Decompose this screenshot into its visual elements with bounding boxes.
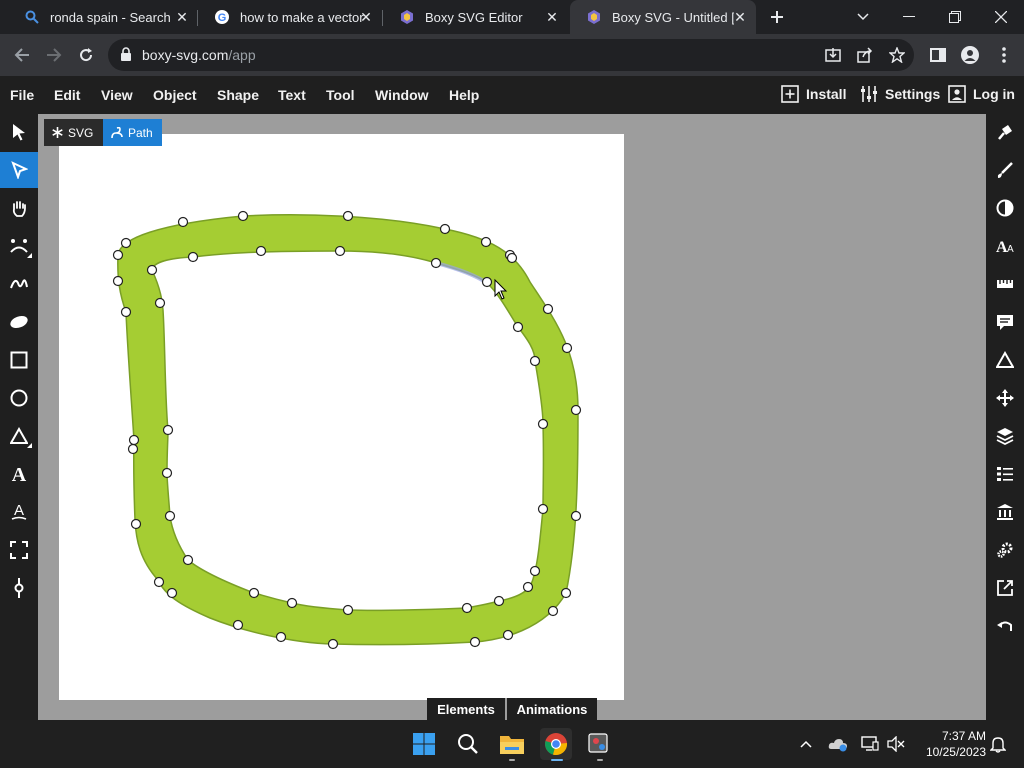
- running-indicator: [597, 759, 603, 761]
- show-hidden-icons-chevron[interactable]: [796, 734, 816, 754]
- path-node-handle[interactable]: [529, 355, 541, 367]
- taskbar-clock[interactable]: 7:37 AM 10/25/2023: [926, 728, 986, 760]
- file-explorer-icon[interactable]: [496, 728, 528, 760]
- running-indicator: [509, 759, 515, 761]
- path-node-handle[interactable]: [537, 418, 549, 430]
- path-node-handle[interactable]: [493, 595, 505, 607]
- screen: ronda spain - Search ✕ G how to make a v…: [0, 0, 1024, 768]
- path-node-handle[interactable]: [187, 251, 199, 263]
- shape-layer: [112, 210, 582, 650]
- path-node-handle[interactable]: [275, 631, 287, 643]
- notification-bell-icon[interactable]: [988, 734, 1008, 754]
- path-node-handle[interactable]: [561, 342, 573, 354]
- selected-path-shape[interactable]: [117, 214, 579, 646]
- path-node-handle[interactable]: [286, 597, 298, 609]
- active-indicator: [551, 759, 563, 761]
- path-node-handle[interactable]: [127, 443, 139, 455]
- breadcrumb: SVG Path: [44, 119, 162, 146]
- volume-muted-icon[interactable]: [886, 734, 906, 754]
- path-node-handle[interactable]: [327, 638, 339, 650]
- path-node-handle[interactable]: [342, 604, 354, 616]
- windows-taskbar: 7:37 AM 10/25/2023: [0, 720, 1024, 768]
- path-node-handle[interactable]: [177, 216, 189, 228]
- path-node-handle[interactable]: [522, 581, 534, 593]
- path-node-handle[interactable]: [255, 245, 267, 257]
- path-node-handle[interactable]: [481, 276, 493, 288]
- path-node-handle[interactable]: [542, 303, 554, 315]
- path-node-handle[interactable]: [112, 249, 124, 261]
- breadcrumb-svg-label: SVG: [68, 125, 94, 140]
- path-node-handle[interactable]: [469, 636, 481, 648]
- path-node-handle[interactable]: [120, 237, 132, 249]
- clock-time: 7:37 AM: [941, 729, 986, 743]
- taskbar-search-icon[interactable]: [452, 728, 484, 760]
- path-node-handle[interactable]: [560, 587, 572, 599]
- path-node-handle[interactable]: [480, 236, 492, 248]
- path-node-handle[interactable]: [430, 257, 442, 269]
- path-node-handle[interactable]: [570, 404, 582, 416]
- onedrive-icon[interactable]: [828, 734, 848, 754]
- path-node-handle[interactable]: [232, 619, 244, 631]
- path-node-handle[interactable]: [164, 510, 176, 522]
- path-node-handle[interactable]: [506, 252, 518, 264]
- path-node-handle[interactable]: [334, 245, 346, 257]
- path-node-handle[interactable]: [166, 587, 178, 599]
- path-node-handle[interactable]: [162, 424, 174, 436]
- path-node-handle[interactable]: [120, 306, 132, 318]
- path-node-handle[interactable]: [130, 518, 142, 530]
- path-node-handle[interactable]: [161, 467, 173, 479]
- asterisk-icon: [52, 127, 63, 138]
- windows-start-icon[interactable]: [408, 728, 440, 760]
- tab-elements[interactable]: Elements: [427, 698, 505, 720]
- path-node-handle[interactable]: [112, 275, 124, 287]
- path-node-handle[interactable]: [512, 321, 524, 333]
- path-node-handle[interactable]: [128, 434, 140, 446]
- path-node-handle[interactable]: [529, 565, 541, 577]
- path-node-handle[interactable]: [248, 587, 260, 599]
- snipping-tool-icon[interactable]: [583, 728, 615, 760]
- path-node-handle[interactable]: [502, 629, 514, 641]
- clock-date: 10/25/2023: [925, 745, 986, 759]
- breadcrumb-path-label: Path: [128, 125, 153, 140]
- bottom-panel-tabs: Elements Animations: [427, 698, 597, 720]
- path-node-handle[interactable]: [439, 223, 451, 235]
- path-node-handle[interactable]: [547, 605, 559, 617]
- path-node-handle[interactable]: [537, 503, 549, 515]
- path-node-handle[interactable]: [146, 264, 158, 276]
- path-node-handle[interactable]: [153, 576, 165, 588]
- path-node-handle[interactable]: [570, 510, 582, 522]
- path-node-handle[interactable]: [461, 602, 473, 614]
- path-node-handle[interactable]: [237, 210, 249, 222]
- display-icon[interactable]: [860, 734, 880, 754]
- breadcrumb-path[interactable]: Path: [103, 119, 162, 146]
- breadcrumb-svg[interactable]: SVG: [44, 119, 103, 146]
- path-node-handle[interactable]: [182, 554, 194, 566]
- path-node-handle[interactable]: [154, 297, 166, 309]
- path-node-handle[interactable]: [342, 210, 354, 222]
- tab-animations[interactable]: Animations: [507, 698, 597, 720]
- path-curve-icon: [111, 126, 123, 139]
- chrome-taskbar-icon[interactable]: [540, 728, 572, 760]
